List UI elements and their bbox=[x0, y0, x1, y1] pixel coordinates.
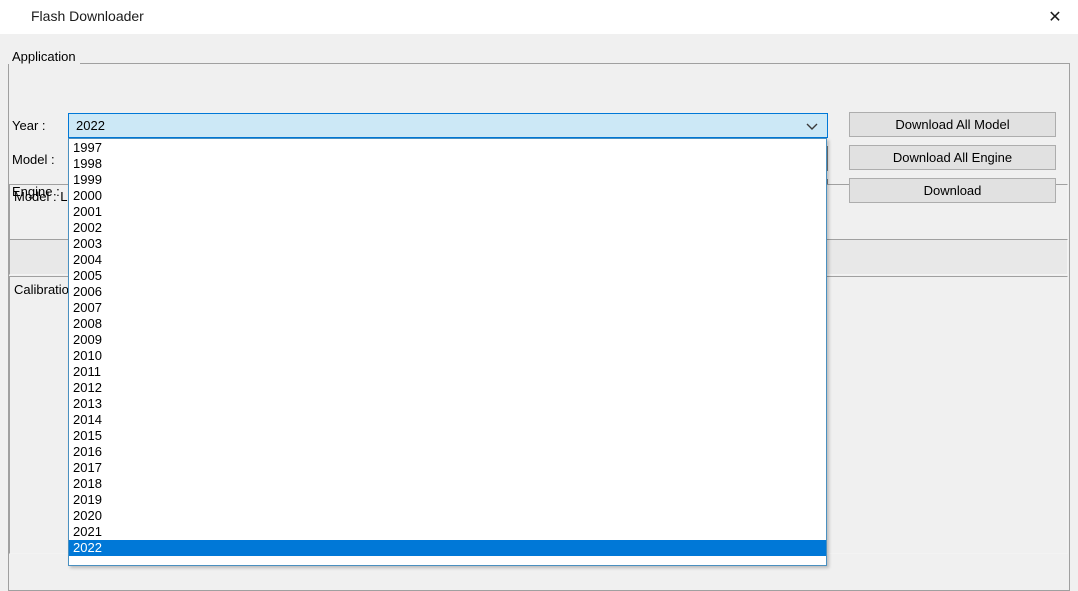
year-dropdown-popup[interactable]: 1997 1998 1999 2000 2001 2002 2003 2004 2005 2006… bbox=[68, 138, 827, 566]
dropdown-option[interactable]: 2009 bbox=[69, 332, 826, 348]
client-area: Application Year : Model : Engine : Mode… bbox=[0, 34, 1078, 591]
dropdown-option[interactable]: 2014 bbox=[69, 412, 826, 428]
close-button[interactable]: ✕ bbox=[1032, 0, 1078, 33]
download-all-model-button[interactable]: Download All Model bbox=[849, 112, 1056, 137]
dropdown-option[interactable]: 2002 bbox=[69, 220, 826, 236]
dropdown-option[interactable]: 1997 bbox=[69, 140, 826, 156]
download-button[interactable]: Download bbox=[849, 178, 1056, 203]
dropdown-option[interactable]: 2008 bbox=[69, 316, 826, 332]
dropdown-option[interactable]: 2022 bbox=[69, 540, 826, 556]
dropdown-option[interactable]: 2005 bbox=[69, 268, 826, 284]
dropdown-option[interactable]: 2015 bbox=[69, 428, 826, 444]
dropdown-option[interactable]: 2019 bbox=[69, 492, 826, 508]
dropdown-option[interactable]: 2021 bbox=[69, 524, 826, 540]
dropdown-option[interactable]: 2000 bbox=[69, 188, 826, 204]
model-info-label: Model : L bbox=[14, 189, 68, 204]
dropdown-option[interactable]: 2020 bbox=[69, 508, 826, 524]
year-dropdown-list: 1997 1998 1999 2000 2001 2002 2003 2004 2005 2006… bbox=[69, 139, 826, 556]
dropdown-option[interactable]: 1999 bbox=[69, 172, 826, 188]
title-bar: Flash Downloader ✕ bbox=[0, 0, 1078, 35]
dropdown-option[interactable]: 2018 bbox=[69, 476, 826, 492]
close-icon: ✕ bbox=[1048, 6, 1062, 26]
dropdown-option[interactable]: 2001 bbox=[69, 204, 826, 220]
chevron-down-icon bbox=[805, 120, 819, 133]
dropdown-option[interactable]: 2011 bbox=[69, 364, 826, 380]
year-combobox-value: 2022 bbox=[76, 118, 105, 133]
window-title: Flash Downloader bbox=[31, 8, 144, 24]
model-label: Model : bbox=[12, 152, 55, 167]
dropdown-option[interactable]: 2010 bbox=[69, 348, 826, 364]
year-label: Year : bbox=[12, 118, 46, 133]
download-all-engine-button[interactable]: Download All Engine bbox=[849, 145, 1056, 170]
year-combobox[interactable]: 2022 bbox=[68, 113, 828, 138]
dropdown-option[interactable]: 2016 bbox=[69, 444, 826, 460]
dropdown-option[interactable]: 2013 bbox=[69, 396, 826, 412]
calibration-label: Calibration bbox=[14, 282, 77, 297]
dropdown-option[interactable]: 2007 bbox=[69, 300, 826, 316]
application-group-label: Application bbox=[8, 49, 80, 64]
dropdown-option[interactable]: 2006 bbox=[69, 284, 826, 300]
dropdown-option[interactable]: 2017 bbox=[69, 460, 826, 476]
dropdown-option[interactable]: 1998 bbox=[69, 156, 826, 172]
dropdown-option[interactable]: 2012 bbox=[69, 380, 826, 396]
dropdown-option[interactable]: 2004 bbox=[69, 252, 826, 268]
dropdown-option[interactable]: 2003 bbox=[69, 236, 826, 252]
